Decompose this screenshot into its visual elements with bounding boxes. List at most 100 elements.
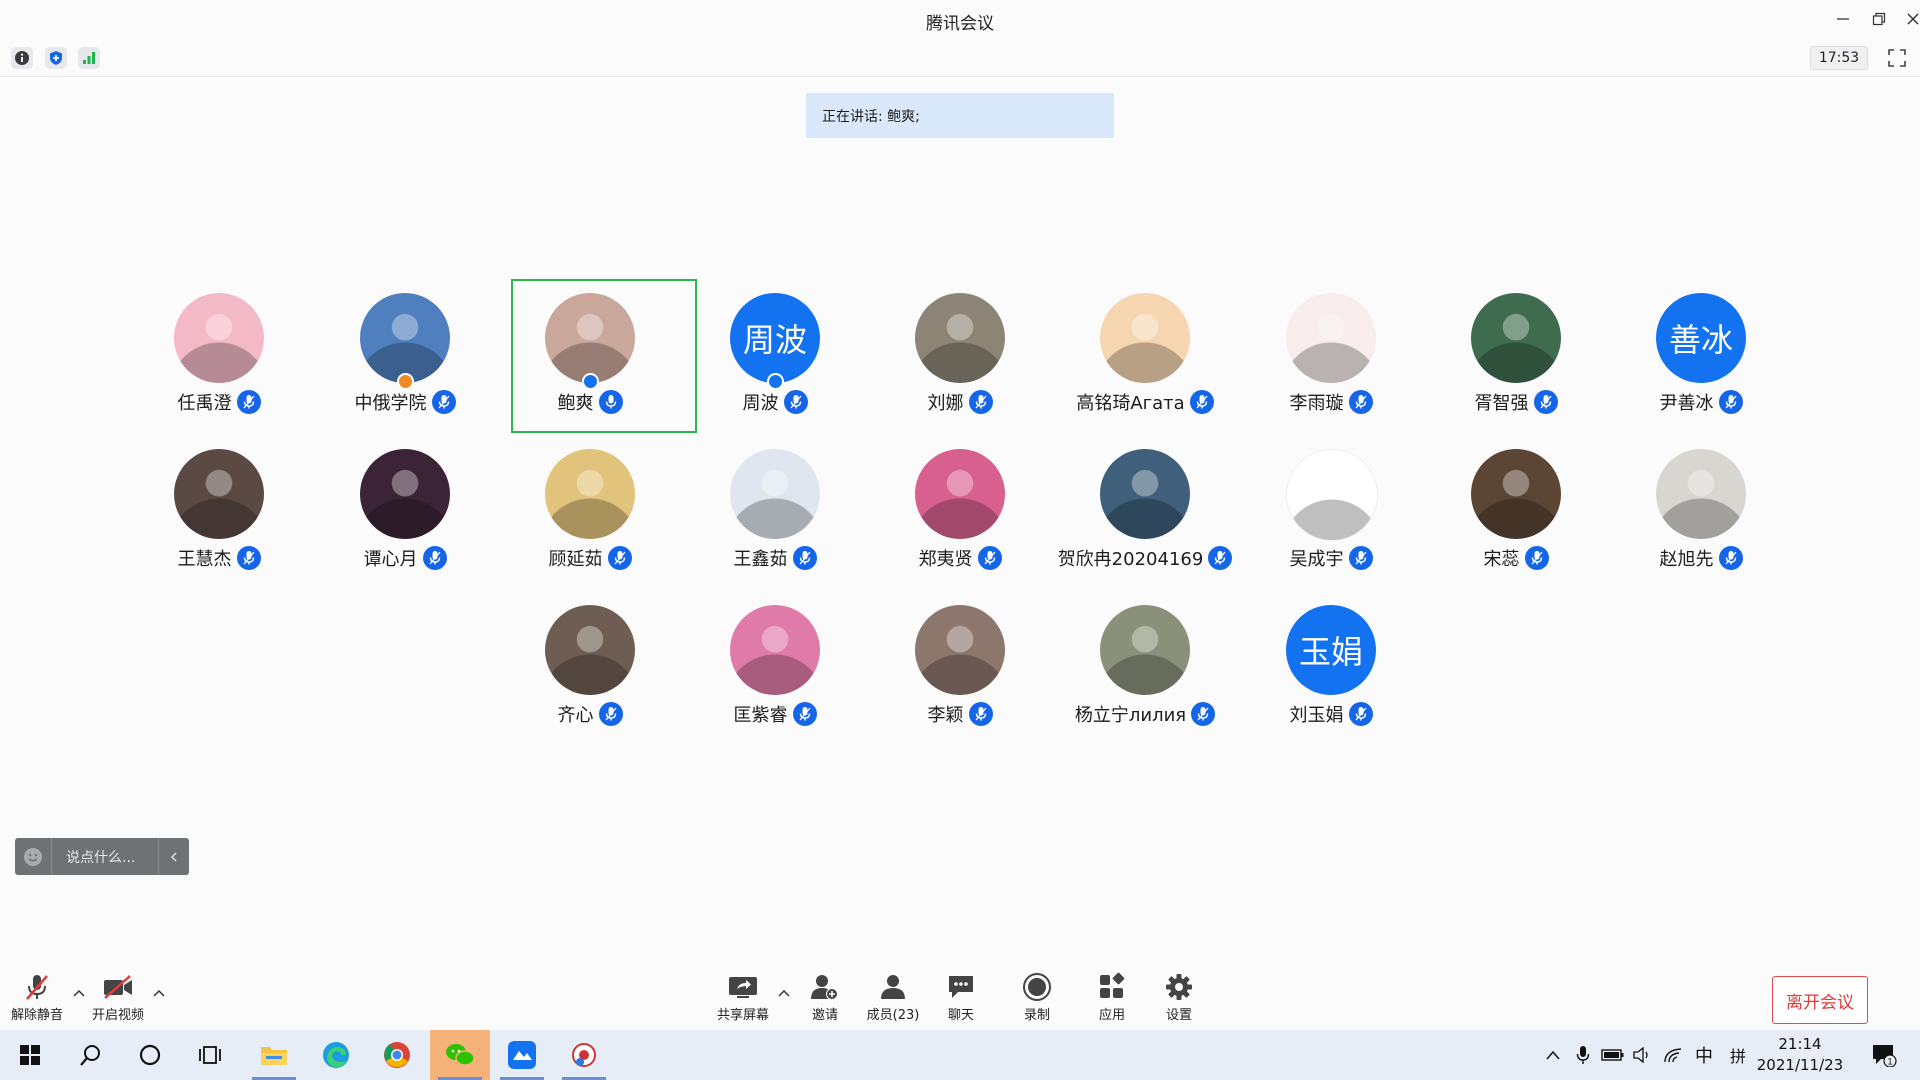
edge-icon[interactable]	[306, 1030, 366, 1080]
avatar	[360, 449, 450, 539]
participant-name-row: 任禹澄	[144, 389, 294, 415]
participant-name-row: 匡紫睿	[700, 701, 850, 727]
mic-muted-icon	[968, 390, 993, 414]
apps-button[interactable]: 应用	[1077, 972, 1147, 1026]
participant-tile[interactable]: 赵旭先	[1626, 441, 1776, 581]
gear-icon	[1162, 972, 1196, 1002]
taskbar-clock[interactable]: 21:14 2021/11/23	[1750, 1034, 1850, 1076]
share-screen-icon	[726, 972, 760, 1002]
participant-name-row: 杨立宁лилия	[1070, 701, 1220, 727]
notification-center-icon[interactable]: 1	[1864, 1030, 1904, 1080]
battery-icon[interactable]	[1599, 1030, 1627, 1080]
participant-tile[interactable]: 杨立宁лилия	[1070, 597, 1220, 737]
participant-tile[interactable]: 胥智强	[1441, 285, 1591, 425]
participant-tile[interactable]: 郑夷贤	[885, 441, 1035, 581]
invite-button[interactable]: 邀请	[790, 972, 860, 1026]
share-options-chevron-icon[interactable]	[777, 986, 791, 1000]
avatar	[1100, 605, 1190, 695]
participant-tile[interactable]: 王鑫茹	[700, 441, 850, 581]
participant-name: 吴成宇	[1289, 549, 1344, 570]
participant-tile[interactable]: 高铭琦Агата	[1070, 285, 1220, 425]
host-badge-icon	[767, 373, 784, 390]
unmute-button[interactable]: 解除静音	[2, 972, 72, 1026]
participant-name-row: 吴成宇	[1256, 545, 1406, 571]
avatar	[545, 293, 635, 383]
participant-tile[interactable]: 贺欣冉20204169	[1058, 441, 1233, 581]
host-badge-icon	[582, 373, 599, 390]
participant-tile[interactable]: 玉娟 刘玉娟	[1256, 597, 1406, 737]
members-button[interactable]: 成员(23)	[858, 972, 928, 1026]
mic-muted-icon	[422, 546, 447, 570]
meeting-info-bar: 17:53	[0, 38, 1920, 77]
participant-name: 贺欣冉20204169	[1057, 549, 1204, 570]
security-shield-icon[interactable]	[45, 47, 67, 69]
cortana-icon[interactable]	[120, 1030, 180, 1080]
network-signal-icon[interactable]	[78, 47, 100, 69]
record-button[interactable]: 录制	[1002, 972, 1072, 1026]
participant-tile[interactable]: 李雨璇	[1256, 285, 1406, 425]
participant-name: 王慧杰	[177, 549, 232, 570]
participant-name-row: 周波	[700, 389, 850, 415]
video-options-chevron-icon[interactable]	[152, 986, 166, 1000]
chrome-icon[interactable]	[367, 1030, 427, 1080]
participant-tile[interactable]: 周波 周波	[700, 285, 850, 425]
participant-tile[interactable]: 齐心	[515, 597, 665, 737]
mic-on-icon	[598, 390, 623, 414]
window-title: 腾讯会议	[926, 14, 994, 34]
participant-tile[interactable]: 刘娜	[885, 285, 1035, 425]
start-icon[interactable]	[0, 1030, 60, 1080]
participant-name: 高铭琦Агата	[1076, 393, 1185, 414]
volume-icon[interactable]	[1630, 1030, 1656, 1080]
title-bar: 腾讯会议	[0, 0, 1920, 38]
chat-input-placeholder[interactable]: 说点什么...	[52, 847, 158, 867]
wechat-icon[interactable]	[430, 1030, 490, 1080]
restore-button[interactable]	[1866, 6, 1892, 32]
start-video-button[interactable]: 开启视频	[83, 972, 153, 1026]
emoji-icon[interactable]	[15, 838, 52, 875]
participant-tile[interactable]: 李颖	[885, 597, 1035, 737]
collapse-chat-icon[interactable]	[158, 838, 189, 875]
ime-mode-indicator[interactable]: 拼	[1724, 1030, 1752, 1080]
tencent-meeting-icon[interactable]	[492, 1030, 552, 1080]
participant-name-row: 顾延茹	[515, 545, 665, 571]
chat-button[interactable]: 聊天	[926, 972, 996, 1026]
participant-name-row: 王慧杰	[144, 545, 294, 571]
participant-name: 刘玉娟	[1289, 705, 1344, 726]
participant-name-row: 刘娜	[885, 389, 1035, 415]
share-screen-button[interactable]: 共享屏幕	[708, 972, 778, 1026]
muted-mic-icon	[20, 972, 54, 1002]
participant-grid: 任禹澄 中俄学院 鲍爽 周波 周波刘娜 高铭琦Агата 李雨璇胥智强 善冰 尹善冰王慧杰 谭心月…	[0, 0, 1920, 726]
participant-tile[interactable]: 谭心月	[330, 441, 480, 581]
participant-tile[interactable]: 任禹澄	[144, 285, 294, 425]
search-icon[interactable]	[60, 1030, 120, 1080]
participant-name: 王鑫茹	[733, 549, 788, 570]
quick-chat-box[interactable]: 说点什么...	[15, 838, 189, 875]
meeting-toolbar: 解除静音 开启视频 共享屏幕 邀请 成员(23) 聊天 录制 应用 设置 离开会…	[0, 960, 1920, 1030]
meeting-timer: 17:53	[1810, 46, 1868, 70]
participant-tile[interactable]: 顾延茹	[515, 441, 665, 581]
info-icon[interactable]	[11, 47, 33, 69]
close-button[interactable]	[1900, 6, 1920, 32]
minimize-button[interactable]	[1830, 6, 1856, 32]
participant-tile[interactable]: 吴成宇	[1256, 441, 1406, 581]
app-icon[interactable]	[554, 1030, 614, 1080]
participant-tile[interactable]: 王慧杰	[144, 441, 294, 581]
avatar	[545, 449, 635, 539]
participant-name: 刘娜	[927, 393, 964, 414]
participant-tile[interactable]: 匡紫睿	[700, 597, 850, 737]
participant-tile[interactable]: 宋蕊	[1441, 441, 1591, 581]
file-explorer-icon[interactable]	[244, 1030, 304, 1080]
participant-tile[interactable]: 鲍爽	[511, 279, 697, 433]
wifi-icon[interactable]	[1660, 1030, 1688, 1080]
task-view-icon[interactable]	[180, 1030, 240, 1080]
participant-tile[interactable]: 善冰 尹善冰	[1626, 285, 1776, 425]
leave-meeting-button[interactable]: 离开会议	[1772, 976, 1868, 1024]
ime-language-indicator[interactable]: 中	[1690, 1030, 1718, 1080]
settings-button[interactable]: 设置	[1144, 972, 1214, 1026]
participant-name: 胥智强	[1474, 393, 1529, 414]
fullscreen-icon[interactable]	[1886, 47, 1908, 69]
mic-muted-icon	[1348, 702, 1373, 726]
microphone-tray-icon[interactable]	[1570, 1030, 1596, 1080]
show-hidden-icons-chevron-icon[interactable]	[1540, 1030, 1566, 1080]
participant-tile[interactable]: 中俄学院	[330, 285, 480, 425]
